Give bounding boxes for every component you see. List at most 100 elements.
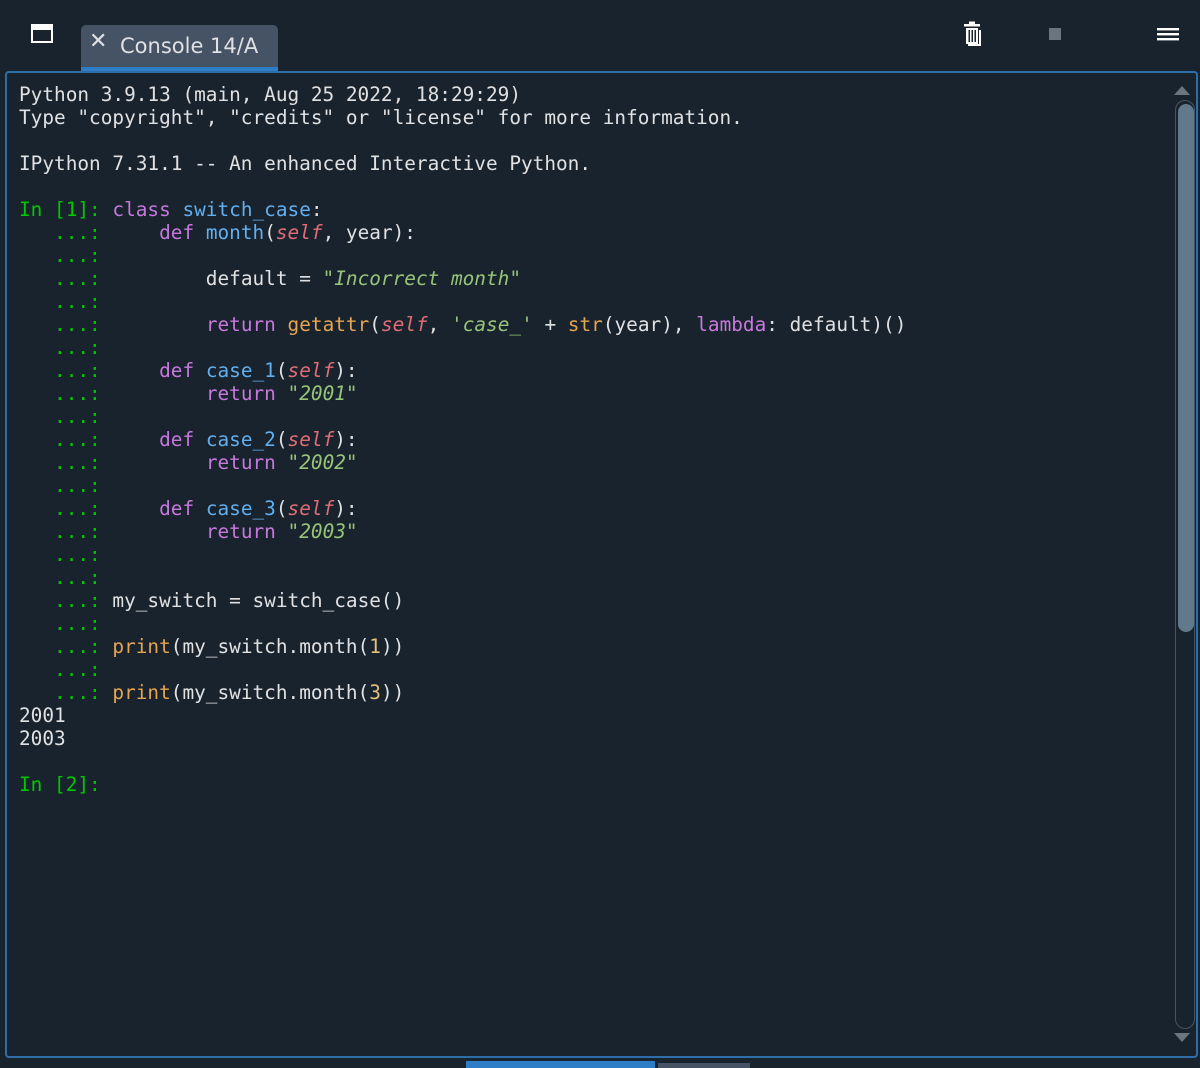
console-text: ( <box>275 497 288 520</box>
console-line: Type "copyright", "credits" or "license"… <box>19 106 1169 129</box>
console-text: ): <box>334 497 358 520</box>
console-line: ...: <box>19 543 1169 566</box>
console-text: + <box>532 313 568 336</box>
bottom-tab-indicator-active[interactable] <box>466 1061 655 1068</box>
console-prompt: ...: <box>19 566 101 589</box>
scroll-down-arrow-icon[interactable] <box>1174 1033 1190 1042</box>
console-text: str <box>567 313 603 336</box>
console-prompt: ...: <box>19 589 113 612</box>
console-text: self <box>287 428 335 451</box>
console-text: Python 3.9.13 (main, Aug 25 2022, 18:29:… <box>19 83 521 106</box>
console-line: ...: return getattr(self, 'case_' + str(… <box>19 313 1169 336</box>
console-text: case_3 <box>205 497 276 520</box>
bottom-tab-indicator[interactable] <box>658 1063 750 1068</box>
console-text: my_switch = switch_case() <box>112 589 405 612</box>
console-text: ( <box>275 428 288 451</box>
console-prompt: ...: <box>19 681 113 704</box>
console-text: ( <box>369 313 381 336</box>
console-text: ): <box>334 359 358 382</box>
console-line: ...: return "2003" <box>19 520 1169 543</box>
console-line: ...: <box>19 566 1169 589</box>
console-text: , year): <box>322 221 416 244</box>
console-line: Python 3.9.13 (main, Aug 25 2022, 18:29:… <box>19 83 1169 106</box>
console-prompt: ...: <box>19 658 101 681</box>
console-line: In [1]: class switch_case: <box>19 198 1169 221</box>
console-line: In [2]: <box>19 773 1169 796</box>
console-text: )) <box>380 681 405 704</box>
console-line: ...: <box>19 474 1169 497</box>
console-text: , <box>427 313 452 336</box>
console-line: ...: def case_2(self): <box>19 428 1169 451</box>
console-line: ...: def case_1(self): <box>19 359 1169 382</box>
console-text: "Incorrect month" <box>322 267 522 290</box>
console-prompt: ...: <box>19 612 101 635</box>
console-prompt: ...: <box>19 244 101 267</box>
hamburger-menu-icon[interactable] <box>1157 26 1179 42</box>
console-line: ...: return "2002" <box>19 451 1169 474</box>
console-text: Type "copyright", "credits" or "license"… <box>19 106 743 129</box>
console-text: (my_switch.month( <box>170 681 370 704</box>
console-text: : <box>310 198 323 221</box>
console-line: 2001 <box>19 704 1169 727</box>
console-line: ...: print(my_switch.month(1)) <box>19 635 1169 658</box>
console-text: ( <box>264 221 276 244</box>
console-text: self <box>380 313 428 336</box>
console-line: ...: def month(self, year): <box>19 221 1169 244</box>
close-icon[interactable]: ✕ <box>89 29 107 54</box>
console-prompt: ...: <box>19 405 101 428</box>
console-line: ...: default = "Incorrect month" <box>19 267 1169 290</box>
console-line: IPython 7.31.1 -- An enhanced Interactiv… <box>19 152 1169 175</box>
console-text: case_2 <box>205 428 276 451</box>
console-text: case_1 <box>205 359 276 382</box>
window-icon[interactable] <box>31 24 53 43</box>
console-text: 2003 <box>19 727 66 750</box>
console-prompt: ...: <box>19 543 101 566</box>
console-text: )) <box>380 635 405 658</box>
console-text: (my_switch.month( <box>170 635 370 658</box>
console-line: ...: return "2001" <box>19 382 1169 405</box>
console-line: ...: <box>19 336 1169 359</box>
console-text: ( <box>275 359 288 382</box>
console-text: : default)() <box>766 313 907 336</box>
console-prompt: In [1]: <box>19 198 113 221</box>
console-prompt: ...: <box>19 267 113 290</box>
console-line: ...: <box>19 658 1169 681</box>
trash-icon[interactable] <box>962 21 984 47</box>
console-text: 3 <box>369 681 381 704</box>
stop-icon[interactable] <box>1049 28 1061 40</box>
console-text: ): <box>334 428 358 451</box>
console-text: def <box>159 428 206 451</box>
console-prompt: ...: <box>19 313 113 336</box>
console-text: 2001 <box>19 704 66 727</box>
console-line: 2003 <box>19 727 1169 750</box>
scrollbar-thumb[interactable] <box>1178 104 1194 632</box>
console-line: ...: <box>19 405 1169 428</box>
console-text: return <box>205 520 288 543</box>
console-text: print <box>112 635 171 658</box>
console-line: ...: <box>19 244 1169 267</box>
console-prompt: ...: <box>19 635 113 658</box>
console-text: self <box>275 221 323 244</box>
console-line: ...: print(my_switch.month(3)) <box>19 681 1169 704</box>
console-text: 1 <box>369 635 381 658</box>
console-text: lambda <box>696 313 767 336</box>
console-prompt: In [2]: <box>19 773 113 796</box>
console-line: ...: <box>19 612 1169 635</box>
console-text: return <box>205 382 288 405</box>
console-text: print <box>112 681 171 704</box>
console-output[interactable]: Python 3.9.13 (main, Aug 25 2022, 18:29:… <box>19 83 1169 1043</box>
console-prompt: ...: <box>19 474 101 497</box>
scroll-up-arrow-icon[interactable] <box>1174 86 1190 95</box>
console-tab[interactable]: ✕ Console 14/A <box>81 25 278 71</box>
console-text: return <box>205 313 288 336</box>
